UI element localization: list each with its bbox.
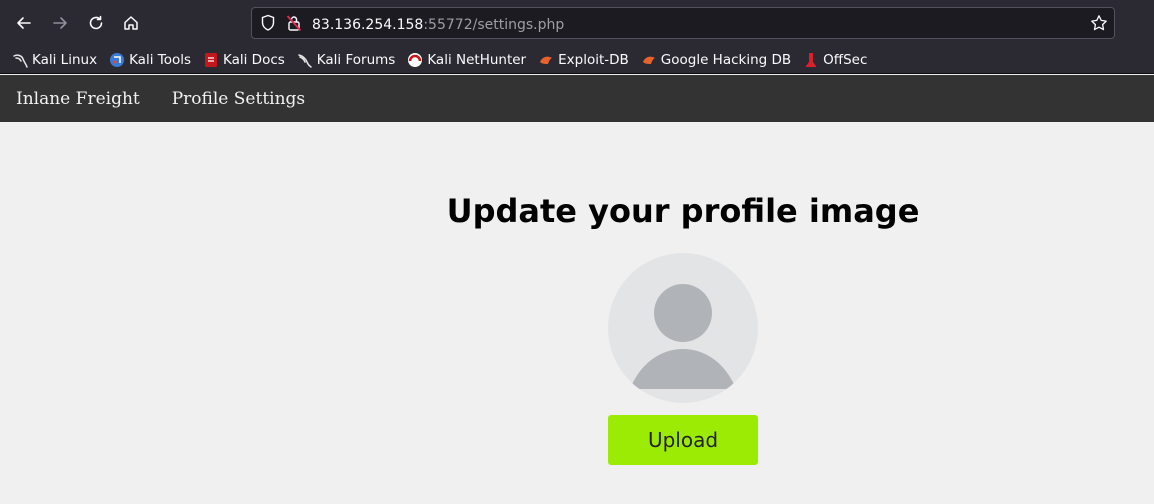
kali-docs-icon [203, 52, 219, 68]
insecure-lock-icon[interactable] [286, 14, 302, 32]
bookmark-label: OffSec [823, 51, 868, 68]
bookmark-label: Kali Tools [129, 51, 191, 68]
forward-arrow-icon [53, 17, 67, 29]
site-navbar: Inlane Freight Profile Settings [0, 75, 1154, 122]
url-text[interactable]: 83.136.254.158:55772/settings.php [312, 14, 564, 33]
kali-tools-icon [109, 52, 125, 68]
shield-icon[interactable] [260, 14, 276, 32]
bookmark-label: Kali Linux [32, 51, 98, 68]
upload-button[interactable]: Upload [608, 415, 758, 465]
default-user-icon [630, 284, 736, 389]
bookmark-offsec[interactable]: OffSec [803, 49, 867, 71]
bookmark-label: Google Hacking DB [660, 51, 792, 68]
url-path: :55772/settings.php [423, 16, 565, 33]
bookmarks-toolbar: Kali Linux Kali Tools Kali Docs Kali For… [0, 46, 1154, 74]
bookmark-google-hacking-db[interactable]: Google Hacking DB [641, 49, 791, 71]
page-title: Update your profile image [446, 192, 920, 230]
ghdb-icon [641, 52, 657, 68]
address-bar[interactable]: 83.136.254.158:55772/settings.php [251, 7, 1115, 39]
bookmark-kali-docs[interactable]: Kali Docs [203, 49, 285, 71]
bookmark-label: Exploit-DB [558, 51, 629, 68]
bookmark-label: Kali Forums [316, 51, 396, 68]
bookmark-exploit-db[interactable]: Exploit-DB [538, 49, 629, 71]
browser-toolbar: 83.136.254.158:55772/settings.php [0, 0, 1154, 46]
back-button[interactable] [11, 10, 37, 36]
url-host: 83.136.254.158 [312, 16, 424, 33]
bookmark-label: Kali NetHunter [427, 51, 527, 68]
profile-avatar [608, 253, 758, 403]
bookmark-star-icon[interactable] [1090, 14, 1108, 32]
nethunter-icon [407, 52, 423, 68]
forward-button[interactable] [47, 10, 73, 36]
kali-dragon-icon [12, 52, 28, 68]
home-button[interactable] [118, 10, 144, 36]
bookmark-kali-tools[interactable]: Kali Tools [109, 49, 191, 71]
back-arrow-icon [17, 17, 31, 29]
profile-settings-link[interactable]: Profile Settings [172, 89, 305, 109]
offsec-icon [803, 52, 819, 68]
reload-button[interactable] [83, 10, 109, 36]
bookmark-kali-linux[interactable]: Kali Linux [12, 49, 97, 71]
kali-forums-icon [297, 52, 313, 68]
exploit-db-icon [538, 52, 554, 68]
home-icon [124, 16, 138, 30]
bookmark-kali-nethunter[interactable]: Kali NetHunter [407, 49, 526, 71]
reload-icon [89, 15, 103, 30]
brand-link[interactable]: Inlane Freight [16, 89, 140, 109]
bookmark-label: Kali Docs [223, 51, 285, 68]
bookmark-kali-forums[interactable]: Kali Forums [297, 49, 396, 71]
